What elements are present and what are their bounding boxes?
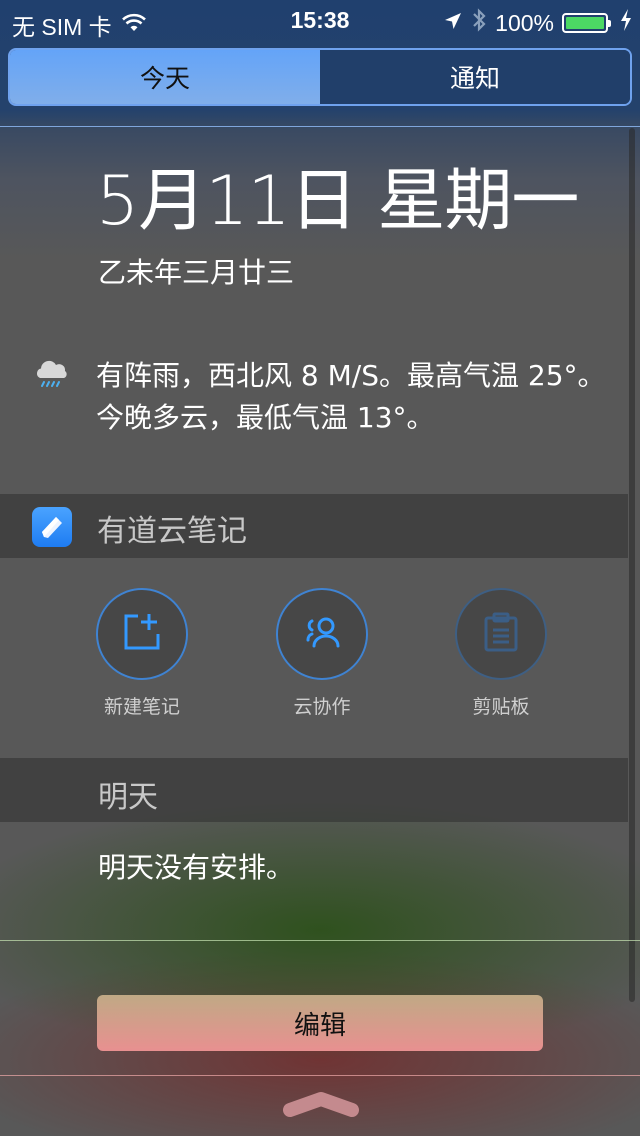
lunar-date: 乙未年三月廿三 xyxy=(98,256,295,289)
wifi-icon xyxy=(121,12,146,39)
collaboration-label: 云协作 xyxy=(293,696,351,718)
tab-today[interactable]: 今天 xyxy=(10,50,320,104)
clipboard-label: 剪贴板 xyxy=(472,696,530,718)
tomorrow-header xyxy=(0,758,628,822)
clipboard-button[interactable]: 剪贴板 xyxy=(454,588,548,719)
new-note-icon xyxy=(122,612,162,656)
tab-notifications[interactable]: 通知 xyxy=(320,50,630,104)
new-note-label: 新建笔记 xyxy=(103,696,180,718)
battery-icon xyxy=(562,13,611,33)
widget-header xyxy=(0,494,628,558)
battery-percent: 100% xyxy=(495,9,554,36)
pencil-app-icon[interactable] xyxy=(32,507,72,547)
widget-title[interactable]: 有道云笔记 xyxy=(97,506,247,550)
location-arrow-icon xyxy=(443,10,463,37)
collaboration-icon xyxy=(302,616,342,652)
edit-button[interactable]: 编辑 xyxy=(97,995,543,1051)
carrier-label: 无 SIM 卡 xyxy=(12,14,112,40)
new-note-button[interactable]: 新建笔记 xyxy=(95,588,189,719)
bluetooth-icon xyxy=(471,7,487,39)
divider xyxy=(0,940,640,941)
chevron-up-icon[interactable] xyxy=(282,1088,360,1118)
tomorrow-title: 明天 xyxy=(98,780,158,815)
battery-level-fill xyxy=(566,17,604,29)
rain-cloud-icon xyxy=(34,356,70,392)
charging-bolt-icon xyxy=(620,9,632,37)
collaboration-button[interactable]: 云协作 xyxy=(275,588,369,719)
weather-summary: 有阵雨，西北风 8 M/S。最高气温 25°。今晚多云，最低气温 13°。 xyxy=(96,359,606,434)
today-date: 5月11日 星期一 xyxy=(96,162,579,241)
scrollbar[interactable] xyxy=(629,128,635,1002)
tomorrow-summary: 明天没有安排。 xyxy=(98,851,295,884)
header-divider xyxy=(0,126,640,127)
status-bar: 无 SIM 卡 15:38 100% xyxy=(0,0,640,40)
clipboard-icon xyxy=(483,612,519,656)
divider xyxy=(0,1075,640,1076)
today-notifications-tabs: 今天 通知 xyxy=(8,48,632,106)
